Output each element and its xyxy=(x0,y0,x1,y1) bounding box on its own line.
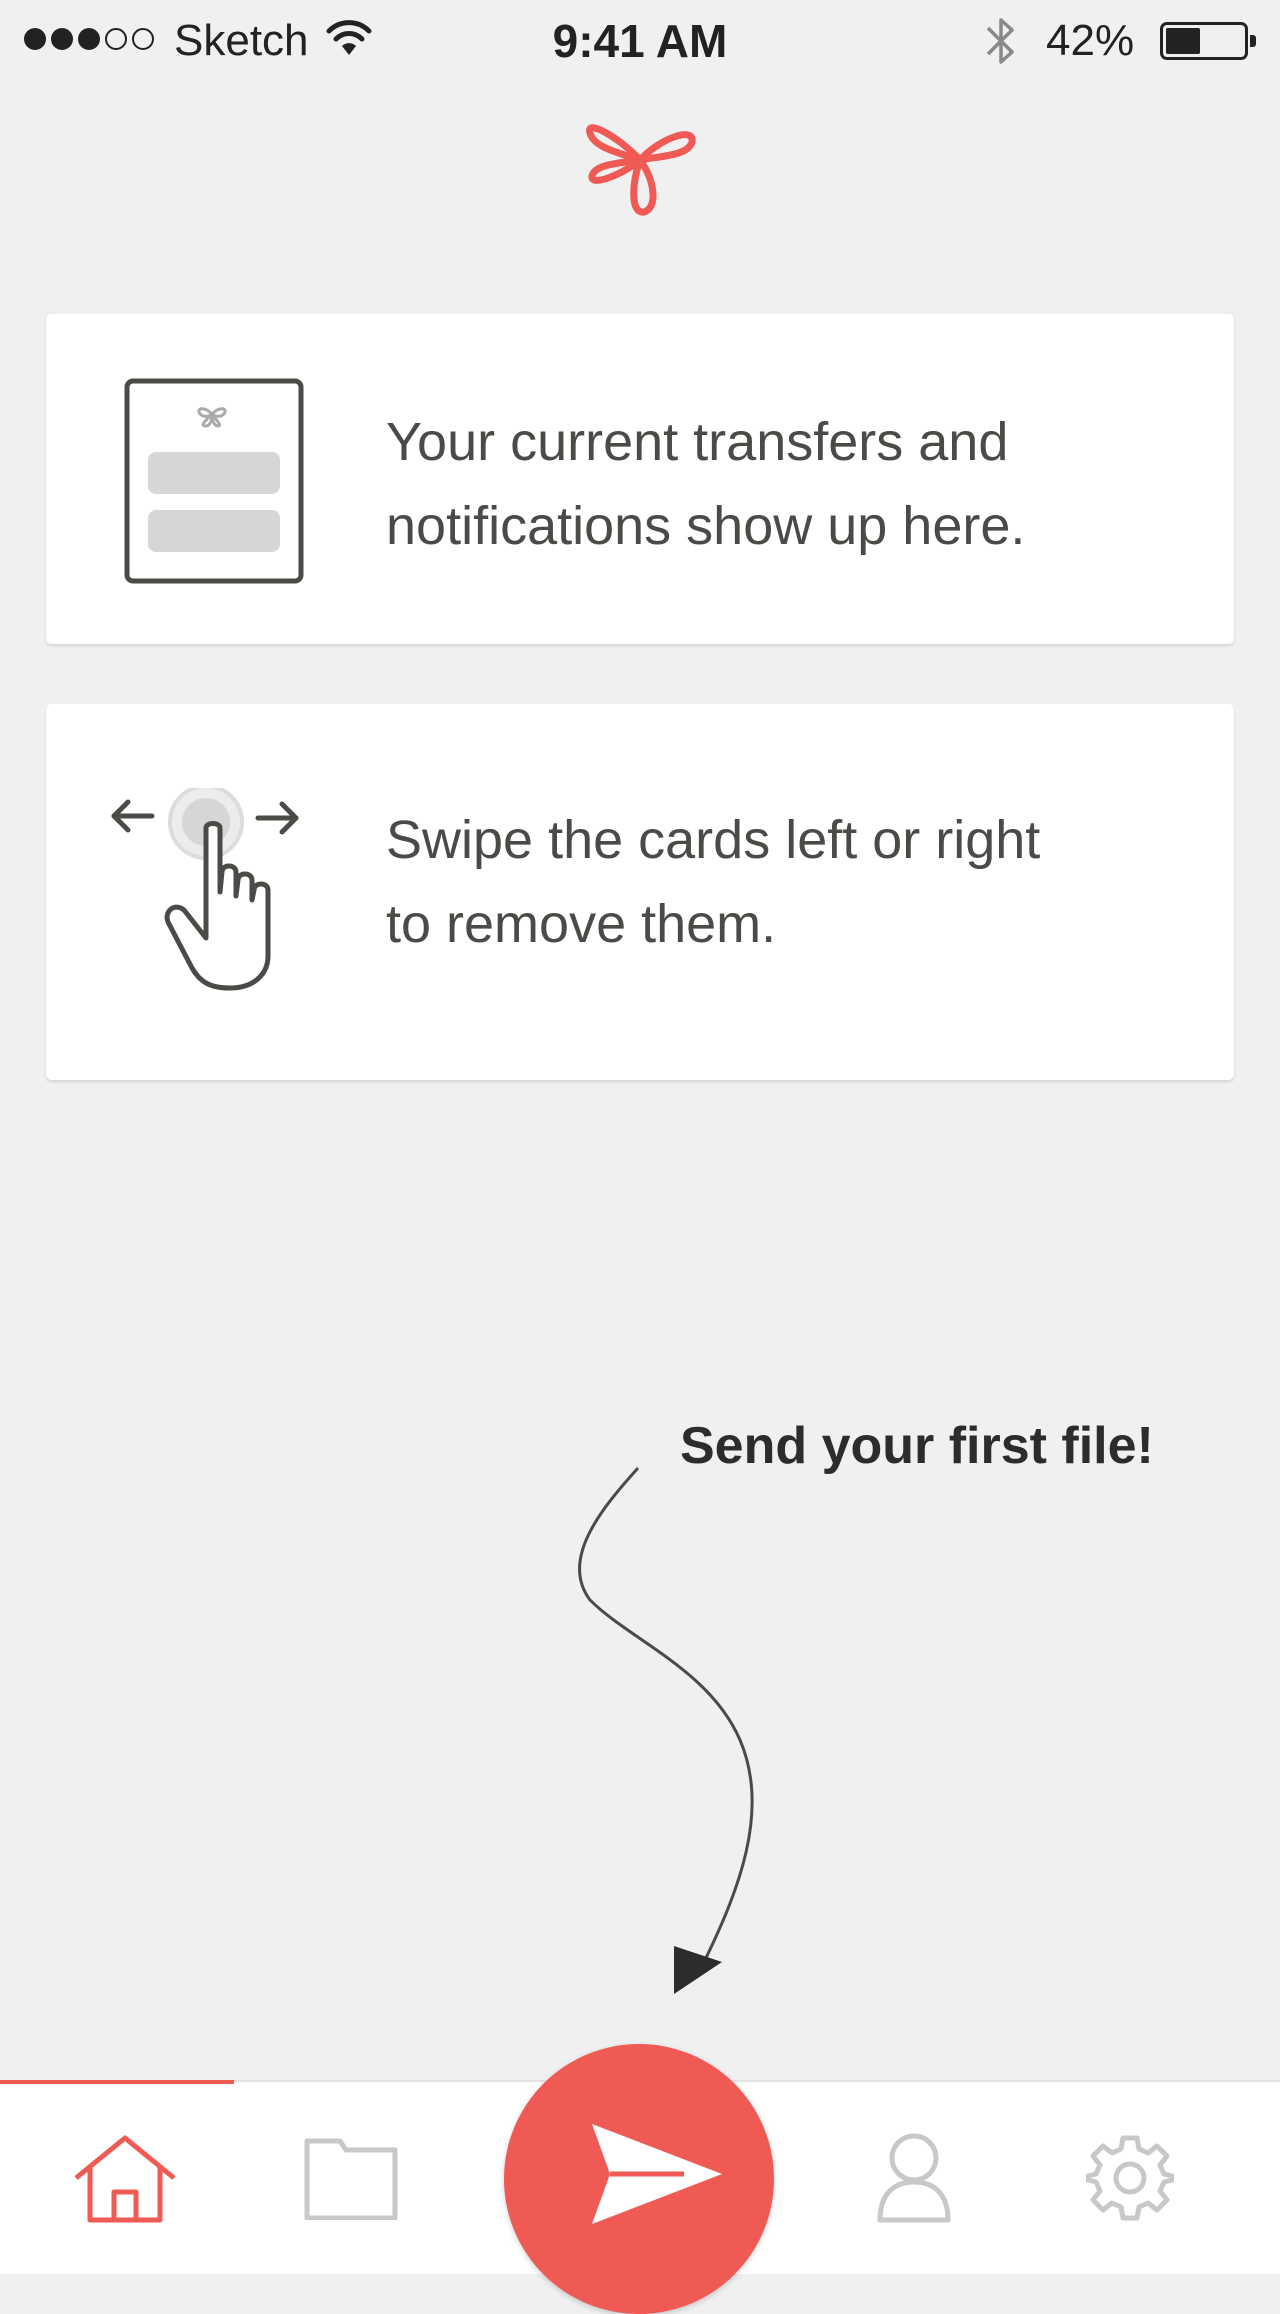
person-icon[interactable] xyxy=(876,2132,952,2224)
active-tab-indicator xyxy=(0,2080,234,2084)
send-button[interactable] xyxy=(504,2044,774,2314)
folder-icon[interactable] xyxy=(304,2138,398,2220)
home-icon[interactable] xyxy=(72,2134,178,2224)
curved-arrow-icon xyxy=(578,1466,754,1994)
send-icon xyxy=(592,2124,722,2224)
gear-icon[interactable] xyxy=(1086,2134,1174,2222)
